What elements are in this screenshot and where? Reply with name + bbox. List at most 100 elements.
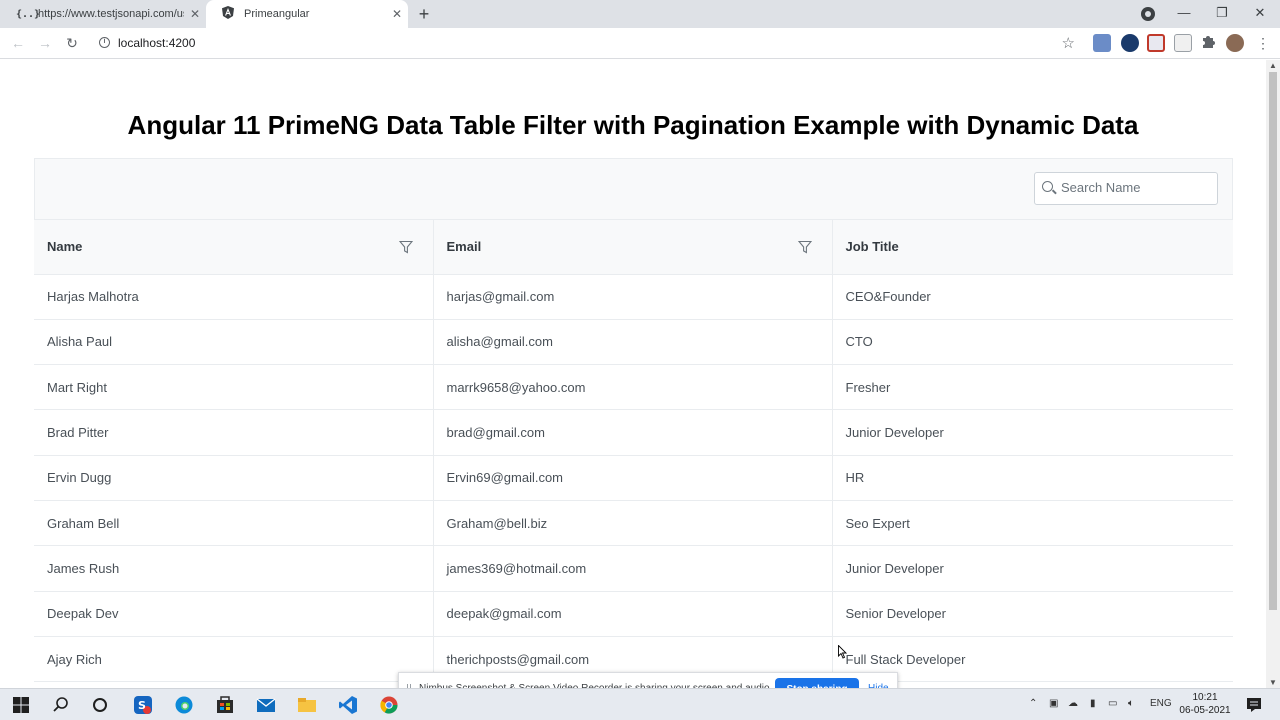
profile-avatar[interactable] bbox=[1226, 34, 1244, 52]
chevron-up-icon[interactable]: ⌃ bbox=[1029, 698, 1037, 709]
close-window-button[interactable]: ✕ bbox=[1241, 0, 1279, 28]
cortana-icon[interactable] bbox=[90, 695, 110, 715]
cell-name: Brad Pitter bbox=[34, 409, 434, 456]
mouse-cursor-icon bbox=[838, 645, 848, 659]
windows-taskbar: S ⌃ ▣ ☁ ▮ ▭ 🔈︎ ENG 10:21 06-05-2021 bbox=[0, 688, 1280, 720]
table-row[interactable]: Harjas Malhotra harjas@gmail.com CEO&Found… bbox=[34, 274, 1233, 320]
edge-icon[interactable] bbox=[174, 695, 194, 715]
header-row: Name Email Job Title bbox=[34, 220, 1233, 275]
file-explorer-icon[interactable] bbox=[297, 695, 317, 715]
bookmark-star-icon[interactable]: ☆ bbox=[1062, 34, 1075, 52]
cell-email: deepak@gmail.com bbox=[433, 591, 833, 637]
chrome-icon[interactable] bbox=[379, 695, 399, 715]
cell-email: alisha@gmail.com bbox=[433, 319, 833, 366]
cell-job-title: Junior Developer bbox=[832, 545, 1233, 592]
filter-icon[interactable] bbox=[797, 240, 812, 254]
table-row[interactable]: Mart Right marrk9658@yahoo.com Fresher bbox=[34, 364, 1233, 411]
extension-download-icon[interactable] bbox=[1093, 34, 1111, 52]
tab-title: https://www.testjsonapi.com/use bbox=[38, 8, 184, 20]
volume-icon[interactable]: 🔈︎ bbox=[1128, 698, 1134, 709]
address-bar[interactable]: i localhost:4200 ☆ bbox=[90, 31, 1085, 56]
language-indicator[interactable]: ENG bbox=[1150, 698, 1172, 709]
cell-job-title: Senior Developer bbox=[832, 591, 1233, 637]
cell-name: Mart Right bbox=[34, 364, 434, 411]
menu-kebab-icon[interactable]: ⋮ bbox=[1253, 33, 1273, 53]
page-content: Angular 11 PrimeNG Data Table Filter wit… bbox=[0, 60, 1266, 688]
browser-tab-testjsonapi[interactable]: {..} https://www.testjsonapi.com/use ✕ bbox=[0, 0, 206, 28]
search-box[interactable] bbox=[1034, 172, 1218, 205]
restore-button[interactable]: ❐ bbox=[1203, 0, 1241, 28]
extension-translate-icon[interactable] bbox=[1121, 34, 1139, 52]
browser-tab-primeangular[interactable]: Primeangular ✕ bbox=[206, 0, 408, 28]
table-row[interactable]: Ervin Dugg Ervin69@gmail.com HR bbox=[34, 455, 1233, 501]
data-table: Name Email Job Title Harjas Malhotraharj… bbox=[34, 158, 1233, 688]
mail-icon[interactable] bbox=[256, 695, 276, 715]
angular-favicon-icon bbox=[222, 6, 236, 22]
column-header-job-title[interactable]: Job Title bbox=[832, 220, 1233, 275]
table-row[interactable]: Graham Bell Graham@bell.biz Seo Expert bbox=[34, 500, 1233, 547]
page-title: Angular 11 PrimeNG Data Table Filter wit… bbox=[127, 110, 1139, 140]
clock[interactable]: 10:21 06-05-2021 bbox=[1172, 691, 1238, 717]
tab-title: Primeangular bbox=[244, 8, 310, 20]
tab-close-icon[interactable]: ✕ bbox=[386, 7, 408, 21]
new-tab-button[interactable]: + bbox=[414, 4, 434, 24]
extension-shield-icon[interactable] bbox=[1174, 34, 1192, 52]
column-header-label: Email bbox=[446, 239, 482, 255]
scroll-up-icon[interactable]: ▲ bbox=[1269, 61, 1277, 70]
onedrive-icon[interactable]: ☁ bbox=[1068, 698, 1078, 709]
json-favicon-icon: {..} bbox=[16, 8, 41, 20]
cell-email: brad@gmail.com bbox=[433, 409, 833, 456]
cell-email: Graham@bell.biz bbox=[433, 500, 833, 547]
minimize-button[interactable]: — bbox=[1165, 0, 1203, 28]
column-header-email[interactable]: Email bbox=[433, 220, 833, 275]
scroll-down-icon[interactable]: ▼ bbox=[1269, 678, 1277, 687]
vscode-icon[interactable] bbox=[338, 695, 358, 715]
cell-name: James Rush bbox=[34, 545, 434, 592]
search-input[interactable] bbox=[1061, 180, 1211, 195]
clock-time: 10:21 bbox=[1192, 692, 1218, 703]
battery-icon[interactable]: ▭ bbox=[1108, 698, 1117, 709]
notifications-icon[interactable] bbox=[1244, 695, 1264, 715]
forward-icon[interactable]: → bbox=[35, 33, 55, 53]
table-row[interactable]: Alisha Paul alisha@gmail.com CTO bbox=[34, 319, 1233, 366]
column-header-label: Job Title bbox=[845, 239, 899, 255]
back-icon[interactable]: ← bbox=[8, 33, 28, 53]
column-header-label: Name bbox=[47, 239, 83, 255]
table-caption bbox=[34, 158, 1233, 220]
store-icon[interactable] bbox=[215, 695, 235, 715]
microphone-icon[interactable]: ▮ bbox=[1090, 698, 1096, 709]
browser-tab-bar: {..} https://www.testjsonapi.com/use ✕ P… bbox=[0, 0, 1280, 28]
filter-icon[interactable] bbox=[398, 240, 413, 254]
cell-job-title: HR bbox=[832, 455, 1233, 501]
column-header-name[interactable]: Name bbox=[34, 220, 434, 275]
windows-start-icon[interactable] bbox=[11, 695, 31, 715]
cell-name: Alisha Paul bbox=[34, 319, 434, 366]
extensions-puzzle-icon[interactable] bbox=[1200, 34, 1218, 52]
table-row[interactable]: Deepak Dev deepak@gmail.com Senior Develop… bbox=[34, 591, 1233, 637]
tab-close-icon[interactable]: ✕ bbox=[184, 7, 206, 21]
app-s-icon[interactable]: S bbox=[133, 695, 153, 715]
tab-search-icon[interactable] bbox=[1141, 7, 1155, 21]
table-row[interactable]: James Rush james369@hotmail.com Junior Dev… bbox=[34, 545, 1233, 592]
clock-date: 06-05-2021 bbox=[1179, 705, 1231, 716]
page-scrollbar[interactable]: ▲ ▼ bbox=[1266, 60, 1280, 688]
cell-name: Harjas Malhotra bbox=[34, 274, 434, 320]
cell-email: james369@hotmail.com bbox=[433, 545, 833, 592]
table-row[interactable]: Brad Pitter brad@gmail.com Junior Develope… bbox=[34, 409, 1233, 456]
device-icon[interactable]: ▣ bbox=[1049, 698, 1058, 709]
url-text[interactable]: localhost:4200 bbox=[118, 36, 195, 50]
cell-job-title: Junior Developer bbox=[832, 409, 1233, 456]
reload-icon[interactable]: ↻ bbox=[62, 33, 82, 53]
svg-text:S: S bbox=[138, 699, 146, 712]
search-icon[interactable] bbox=[51, 695, 71, 715]
cell-name: Ervin Dugg bbox=[34, 455, 434, 501]
extension-record-icon[interactable] bbox=[1147, 34, 1165, 52]
cell-job-title: CEO&Founder bbox=[832, 274, 1233, 320]
cell-job-title: Seo Expert bbox=[832, 500, 1233, 547]
cell-job-title: CTO bbox=[832, 319, 1233, 366]
cell-email: marrk9658@yahoo.com bbox=[433, 364, 833, 411]
info-icon[interactable]: i bbox=[99, 37, 110, 48]
table: Name Email Job Title Harjas Malhotra harj… bbox=[34, 220, 1233, 683]
cell-email: harjas@gmail.com bbox=[433, 274, 833, 320]
scrollbar-thumb[interactable] bbox=[1269, 72, 1277, 610]
